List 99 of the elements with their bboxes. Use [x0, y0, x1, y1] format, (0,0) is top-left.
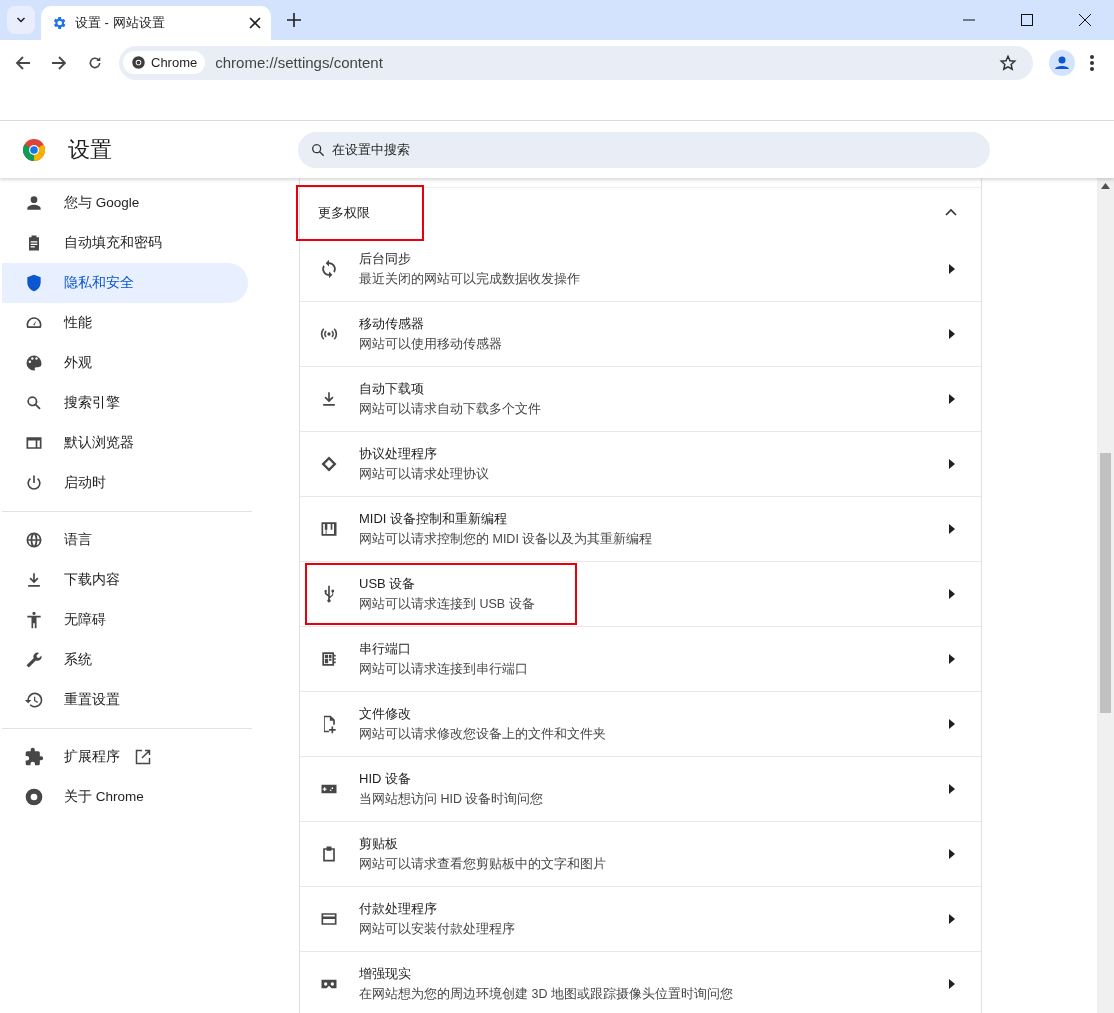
close-icon[interactable]: [1079, 14, 1091, 26]
sidebar-item[interactable]: 隐私和安全: [2, 263, 248, 303]
permission-row[interactable]: 增强现实 在网站想为您的周边环境创建 3D 地图或跟踪摄像头位置时询问您: [300, 952, 981, 1013]
permission-row[interactable]: 剪贴板 网站可以请求查看您剪贴板中的文字和图片: [300, 822, 981, 887]
caret-right-icon: [949, 979, 955, 989]
sidebar-item[interactable]: 下载内容: [2, 560, 248, 600]
palette-icon: [24, 353, 44, 373]
caret-right-icon: [949, 589, 955, 599]
sidebar-item[interactable]: 您与 Google: [2, 183, 248, 223]
star-icon[interactable]: [999, 53, 1017, 72]
permission-description: 网站可以请求处理协议: [359, 466, 489, 483]
sidebar-item[interactable]: 性能: [2, 303, 248, 343]
sidebar-item[interactable]: 搜索引擎: [2, 383, 248, 423]
permission-description: 网站可以请求连接到串行端口: [359, 661, 528, 678]
sidebar-item[interactable]: 默认浏览器: [2, 423, 248, 463]
sidebar-item[interactable]: 重置设置: [2, 680, 248, 720]
browser-tab[interactable]: 设置 - 网站设置: [41, 6, 271, 40]
permission-row[interactable]: USB 设备 网站可以请求连接到 USB 设备: [300, 562, 981, 627]
new-tab-icon[interactable]: [287, 13, 301, 27]
sync-icon: [319, 259, 339, 279]
diamond-icon: [319, 454, 339, 474]
permission-title: 自动下载项: [359, 380, 425, 398]
caret-right-icon: [949, 329, 955, 339]
puzzle-icon: [24, 747, 44, 767]
permission-description: 网站可以请求自动下载多个文件: [359, 401, 541, 418]
permission-title: 剪贴板: [359, 835, 399, 853]
permission-title: 串行端口: [359, 640, 412, 658]
permission-description: 当网站想访问 HID 设备时询问您: [359, 791, 544, 808]
sidebar-item[interactable]: 语言: [2, 520, 248, 560]
permission-description: 网站可以请求控制您的 MIDI 设备以及为其重新编程: [359, 531, 653, 548]
sidebar-item[interactable]: 系统: [2, 640, 248, 680]
permission-row[interactable]: 移动传感器 网站可以使用移动传感器: [300, 302, 981, 367]
forward-arrow-icon[interactable]: [51, 54, 67, 71]
permission-title: 付款处理程序: [359, 900, 438, 918]
gear-icon: [51, 15, 67, 31]
back-arrow-icon[interactable]: [15, 54, 31, 71]
permission-row[interactable]: 文件修改 网站可以请求修改您设备上的文件和文件夹: [300, 692, 981, 757]
caret-right-icon: [949, 719, 955, 729]
permission-title: HID 设备: [359, 770, 412, 788]
sidebar-item[interactable]: 无障碍: [2, 600, 248, 640]
caret-right-icon: [949, 654, 955, 664]
caret-right-icon: [949, 264, 955, 274]
permission-description: 在网站想为您的周边环境创建 3D 地图或跟踪摄像头位置时询问您: [359, 986, 733, 1003]
globe-icon: [24, 530, 44, 550]
scrollbar-thumb[interactable]: [1100, 453, 1111, 713]
permission-row[interactable]: 后台同步 最近关闭的网站可以完成数据收发操作: [300, 237, 981, 302]
profile-avatar-icon[interactable]: [1049, 49, 1075, 76]
permission-row[interactable]: MIDI 设备控制和重新编程 网站可以请求控制您的 MIDI 设备以及为其重新编程: [300, 497, 981, 562]
history-icon: [24, 690, 44, 710]
caret-right-icon: [949, 459, 955, 469]
url-text: chrome://settings/content: [215, 54, 383, 71]
permission-row[interactable]: 付款处理程序 网站可以安装付款处理程序: [300, 887, 981, 952]
permission-title: MIDI 设备控制和重新编程: [359, 510, 509, 528]
permission-row[interactable]: HID 设备 当网站想访问 HID 设备时询问您: [300, 757, 981, 822]
caret-right-icon: [949, 394, 955, 404]
permission-description: 网站可以使用移动传感器: [359, 336, 502, 353]
sidebar-item[interactable]: 扩展程序: [2, 737, 248, 777]
caret-right-icon: [949, 914, 955, 924]
permission-description: 网站可以请求连接到 USB 设备: [359, 596, 535, 613]
reload-icon[interactable]: [87, 54, 103, 71]
scrollbar[interactable]: [1097, 178, 1114, 1013]
permission-title: 移动传感器: [359, 315, 425, 333]
permission-row[interactable]: 串行端口 网站可以请求连接到串行端口: [300, 627, 981, 692]
sidebar-item[interactable]: 自动填充和密码: [2, 223, 248, 263]
permission-row[interactable]: 自动下载项 网站可以请求自动下载多个文件: [300, 367, 981, 432]
permission-description: 最近关闭的网站可以完成数据收发操作: [359, 271, 580, 288]
tab-title: 设置 - 网站设置: [75, 14, 166, 32]
caret-right-icon: [949, 849, 955, 859]
section-header[interactable]: 更多权限: [300, 187, 981, 237]
permission-title: 协议处理程序: [359, 445, 438, 463]
permission-description: 网站可以安装付款处理程序: [359, 921, 515, 938]
caret-right-icon: [949, 784, 955, 794]
address-bar[interactable]: Chrome chrome://settings/content: [119, 45, 1033, 80]
shield-icon: [24, 273, 44, 293]
power-icon: [24, 473, 44, 493]
permission-title: USB 设备: [359, 575, 417, 593]
permission-title: 增强现实: [359, 965, 412, 983]
permission-row[interactable]: 协议处理程序 网站可以请求处理协议: [300, 432, 981, 497]
maximize-icon[interactable]: [1021, 14, 1033, 26]
close-tab-icon[interactable]: [249, 17, 261, 29]
serial-port-icon: [319, 649, 339, 669]
search-field[interactable]: 在设置中搜索: [298, 131, 990, 168]
scroll-up-icon[interactable]: [1101, 183, 1110, 189]
permission-description: 网站可以请求查看您剪贴板中的文字和图片: [359, 856, 606, 873]
accessibility-icon: [24, 610, 44, 630]
person-icon: [24, 193, 44, 213]
permission-title: 文件修改: [359, 705, 412, 723]
site-chip[interactable]: Chrome: [123, 51, 206, 74]
caret-right-icon: [949, 524, 955, 534]
sidebar-item[interactable]: 启动时: [2, 463, 248, 503]
settings-title: 设置: [68, 135, 112, 164]
piano-icon: [319, 519, 339, 539]
sidebar-item[interactable]: 关于 Chrome: [2, 777, 248, 817]
wrench-icon: [24, 650, 44, 670]
section-title: 更多权限: [296, 184, 424, 241]
sidebar-item[interactable]: 外观: [2, 343, 248, 383]
permission-title: 后台同步: [359, 250, 412, 268]
permission-description: 网站可以请求修改您设备上的文件和文件夹: [359, 726, 606, 743]
menu-icon[interactable]: [1090, 54, 1094, 71]
